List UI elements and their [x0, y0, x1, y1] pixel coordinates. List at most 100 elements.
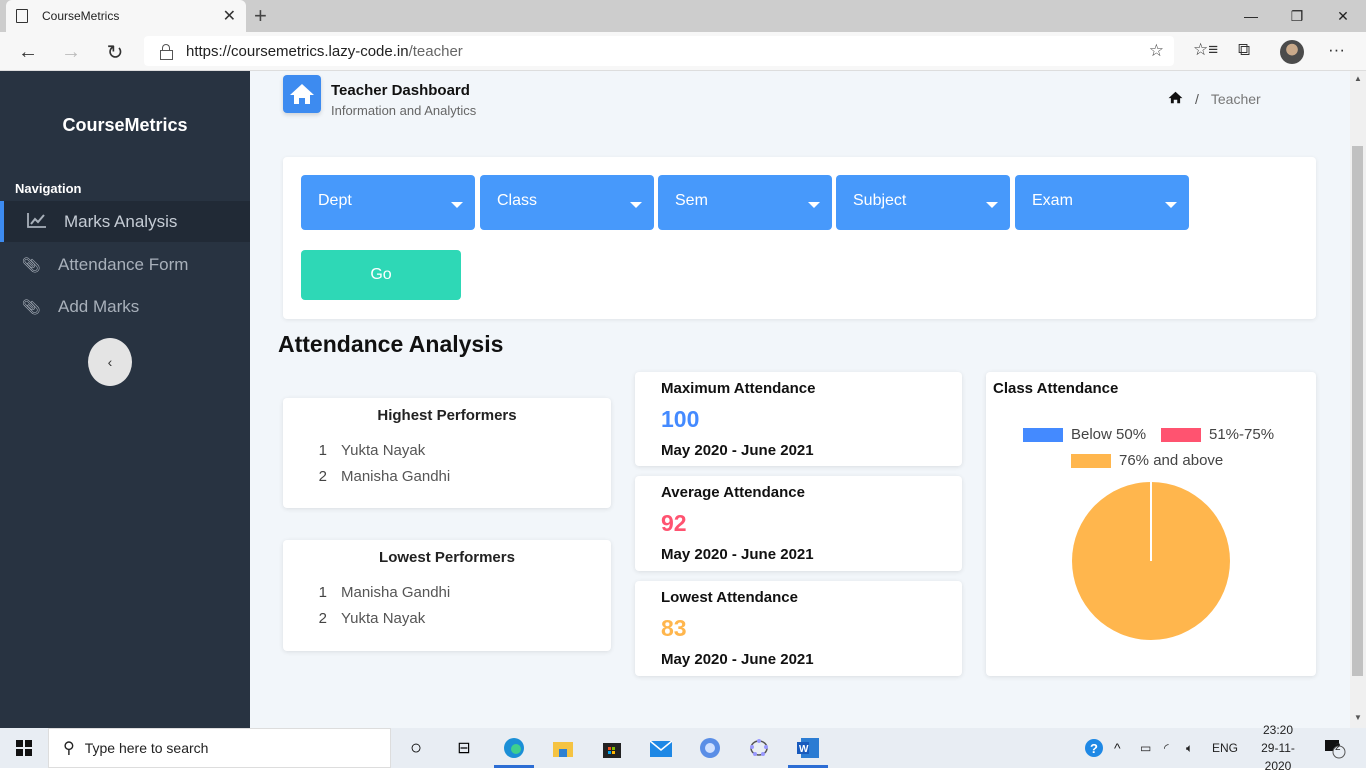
page-scrollbar[interactable]: ▲ ▼	[1350, 71, 1366, 728]
caret-down-icon	[1165, 202, 1177, 208]
section-title: Attendance Analysis	[278, 331, 504, 357]
page-icon	[16, 9, 28, 23]
caret-down-icon	[630, 202, 642, 208]
legend-label: Below 50%	[1071, 426, 1147, 443]
page-subtitle: Information and Analytics	[331, 103, 477, 118]
lowest-performers-card: Lowest Performers 1 Manisha Gandhi 2 Yukta…	[283, 540, 611, 651]
dropdown-label: Subject	[853, 192, 907, 209]
new-tab-icon[interactable]: +	[254, 3, 267, 29]
card-title: Highest Performers	[377, 407, 517, 424]
legend-item[interactable]: 51%-75%	[1161, 426, 1274, 443]
class-dropdown[interactable]: Class	[480, 175, 654, 230]
url-input[interactable]: https://coursemetrics.lazy-code.in/teach…	[144, 36, 1174, 66]
back-icon[interactable]: ←	[14, 38, 42, 66]
more-icon[interactable]: ···	[1328, 40, 1345, 60]
caret-down-icon	[451, 202, 463, 208]
legend-item[interactable]: 76% and above	[1071, 452, 1223, 469]
stat-range: May 2020 - June 2021	[661, 651, 814, 668]
word-icon[interactable]: W	[796, 736, 820, 760]
minimize-icon[interactable]: —	[1228, 0, 1274, 32]
close-window-icon[interactable]: ✕	[1320, 0, 1366, 32]
sidebar-item-label: Marks Analysis	[64, 211, 178, 231]
legend-label: 51%-75%	[1209, 426, 1275, 443]
notifications-icon[interactable]: 2	[1324, 728, 1346, 768]
refresh-icon[interactable]: ↻	[101, 38, 129, 66]
scroll-down-icon[interactable]: ▼	[1354, 713, 1362, 722]
scroll-thumb[interactable]	[1352, 146, 1363, 676]
legend-item[interactable]: Below 50%	[1023, 426, 1146, 443]
mail-icon[interactable]	[649, 736, 673, 760]
browser-tab[interactable]: CourseMetrics ✕	[6, 0, 246, 32]
scroll-up-icon[interactable]: ▲	[1354, 74, 1362, 83]
stat-title: Lowest Attendance	[661, 589, 798, 606]
help-icon[interactable]: ?	[1082, 736, 1106, 760]
restore-icon[interactable]: ❐	[1274, 0, 1320, 32]
clock[interactable]: 23:20 29-11-2020	[1248, 723, 1308, 773]
filter-card: Dept Class Sem Subject Exam Go	[283, 157, 1316, 319]
legend-swatch	[1071, 453, 1111, 468]
rank: 2	[318, 468, 327, 485]
wifi-icon[interactable]: ◜	[1164, 728, 1169, 768]
chrome-app-icon[interactable]	[698, 736, 722, 760]
close-tab-icon[interactable]: ✕	[223, 6, 236, 26]
sidebar-item-label: Attendance Form	[58, 254, 189, 274]
subject-dropdown[interactable]: Subject	[836, 175, 1010, 230]
geogebra-icon[interactable]	[747, 736, 771, 760]
dropdown-label: Exam	[1032, 192, 1073, 209]
clock-time: 23:20	[1262, 723, 1294, 737]
edge-browser-icon[interactable]	[502, 736, 526, 760]
windows-start-icon[interactable]	[12, 736, 36, 760]
card-title: Lowest Performers	[379, 549, 515, 566]
class-attendance-chart-card: Class Attendance Below 50% 51%-75% 76% a…	[986, 372, 1316, 676]
store-icon[interactable]	[600, 736, 624, 760]
collapse-sidebar-button[interactable]: ‹	[88, 338, 132, 386]
page-title: Teacher Dashboard	[331, 82, 470, 99]
language-indicator[interactable]: ENG	[1212, 728, 1238, 768]
taskbar-search-input[interactable]: ⚲ Type here to search	[48, 728, 391, 768]
legend-label: 76% and above	[1119, 452, 1224, 469]
stat-value: 100	[661, 406, 700, 432]
favorite-star-icon[interactable]: ☆	[1149, 41, 1164, 61]
show-hidden-icons-icon[interactable]: ^	[1114, 728, 1121, 768]
rank: 1	[318, 584, 327, 601]
sem-dropdown[interactable]: Sem	[658, 175, 832, 230]
sidebar-item-label: Add Marks	[58, 296, 140, 316]
breadcrumb: / Teacher	[1168, 91, 1261, 107]
tab-title: CourseMetrics	[42, 9, 120, 23]
legend-swatch	[1161, 427, 1201, 442]
forward-icon[interactable]: →	[57, 38, 85, 66]
stat-title: Maximum Attendance	[661, 380, 816, 397]
dept-dropdown[interactable]: Dept	[301, 175, 475, 230]
cortana-icon[interactable]: ○	[404, 736, 428, 760]
profile-avatar[interactable]	[1280, 40, 1304, 64]
caret-down-icon	[808, 202, 820, 208]
task-view-icon[interactable]: ⊟	[452, 736, 476, 760]
breadcrumb-current: Teacher	[1210, 91, 1261, 107]
stat-range: May 2020 - June 2021	[661, 442, 814, 459]
collections-icon[interactable]: ⧉	[1238, 40, 1250, 60]
chart-line-icon	[26, 212, 48, 232]
sidebar-item-add-marks[interactable]: 📎︎ Add Marks	[0, 286, 250, 327]
file-explorer-icon[interactable]	[551, 736, 575, 760]
go-button[interactable]: Go	[301, 250, 461, 300]
brand-logo[interactable]: CourseMetrics	[0, 115, 250, 136]
paperclip-icon: 📎︎	[21, 298, 41, 316]
list-item: 2 Manisha Gandhi	[283, 468, 611, 494]
breadcrumb-home-icon[interactable]	[1168, 91, 1183, 107]
sidebar-item-attendance-form[interactable]: 📎︎ Attendance Form	[0, 244, 250, 285]
legend-swatch	[1023, 427, 1063, 442]
stat-range: May 2020 - June 2021	[661, 546, 814, 563]
student-name: Manisha Gandhi	[341, 468, 451, 485]
battery-icon[interactable]: ▭	[1140, 728, 1151, 768]
average-attendance-card: Average Attendance 92 May 2020 - June 20…	[635, 476, 962, 571]
caret-down-icon	[986, 202, 998, 208]
pie-chart	[1072, 482, 1230, 640]
volume-icon[interactable]: 🔈︎	[1186, 728, 1193, 768]
stat-value: 83	[661, 615, 687, 641]
exam-dropdown[interactable]: Exam	[1015, 175, 1189, 230]
favorites-icon[interactable]: ☆≡	[1193, 40, 1218, 60]
sidebar-item-marks-analysis[interactable]: Marks Analysis	[0, 201, 250, 242]
list-item: 1 Yukta Nayak	[283, 442, 611, 468]
home-icon	[283, 75, 321, 113]
paperclip-icon: 📎︎	[21, 256, 41, 274]
